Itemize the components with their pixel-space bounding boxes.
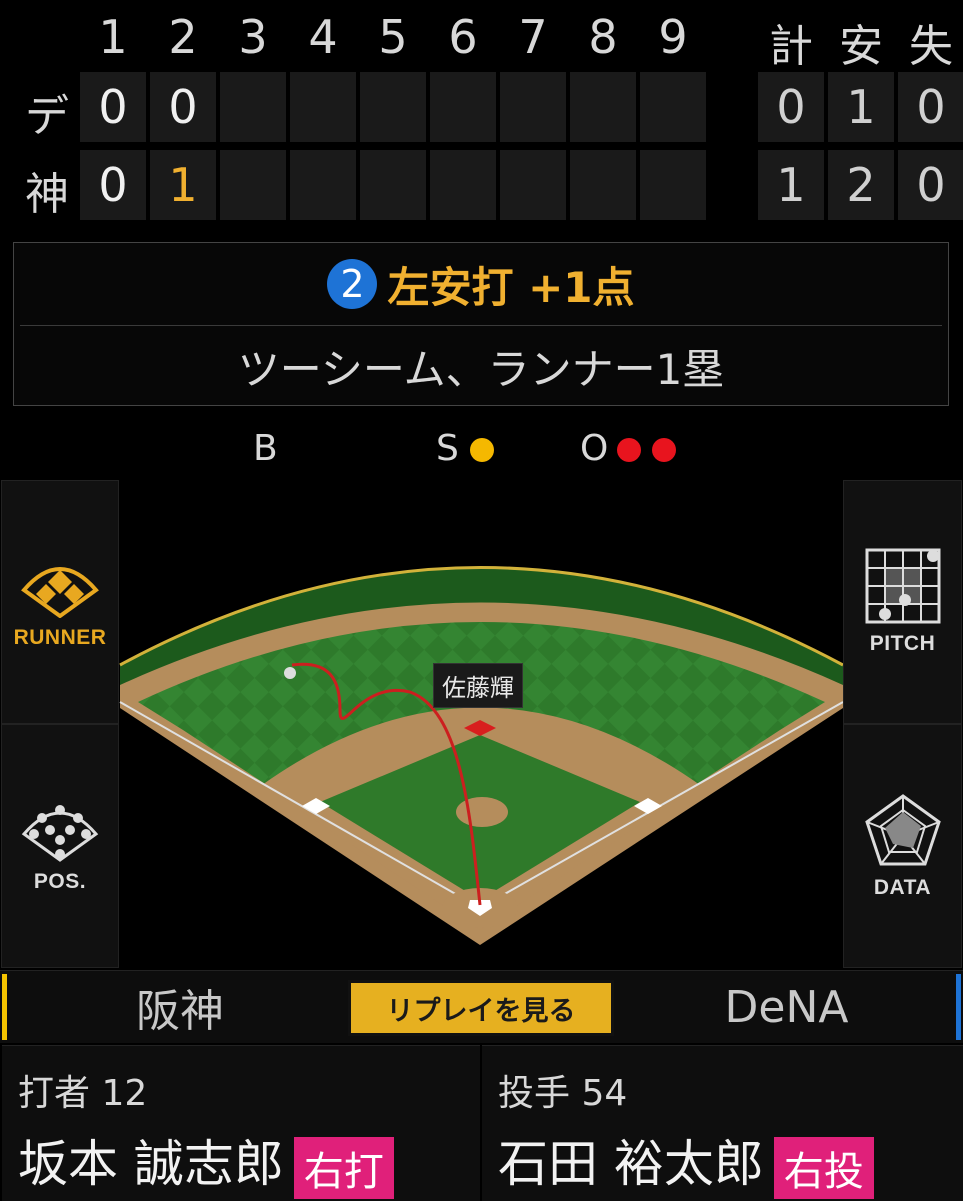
outs-label: O xyxy=(580,428,609,469)
pos-button[interactable]: POS. xyxy=(1,724,119,968)
away-total-runs: 0 xyxy=(758,72,824,142)
inning-header-1: 1 xyxy=(98,10,128,64)
pitcher-name-row: 石田 裕太郎 右投 xyxy=(498,1124,874,1199)
inning-header-5: 5 xyxy=(378,10,408,64)
play-headline: 2 左安打 +1点 xyxy=(14,243,948,325)
away-inning-1: 0 xyxy=(80,72,146,142)
pitch-label: PITCH xyxy=(869,632,936,655)
data-button[interactable]: DATA xyxy=(843,724,962,968)
total-hits-header: 安 xyxy=(839,21,883,72)
home-inning-2: 1 xyxy=(150,150,216,220)
out-dot xyxy=(617,438,641,462)
field-area: 佐藤輝 xyxy=(0,480,963,970)
home-team-tab[interactable]: 阪神 xyxy=(0,971,360,1043)
away-inning-3 xyxy=(220,72,286,142)
pitcher-panel[interactable]: 投手 54 石田 裕太郎 右投 xyxy=(482,1045,963,1201)
home-inning-3 xyxy=(220,150,286,220)
fielder-label: 佐藤輝 xyxy=(433,663,523,708)
away-inning-5 xyxy=(360,72,426,142)
runner-label: RUNNER xyxy=(13,626,107,649)
inning-header-7: 7 xyxy=(518,10,548,64)
total-runs-header: 計 xyxy=(769,21,813,72)
divider xyxy=(20,325,942,326)
total-errors-header: 失 xyxy=(909,21,953,72)
strike-dot xyxy=(470,438,494,462)
away-inning-8 xyxy=(570,72,636,142)
pitch-zone-icon xyxy=(865,548,940,624)
play-description: ツーシーム、ランナー1塁 xyxy=(237,344,725,394)
away-inning-6 xyxy=(430,72,496,142)
home-inning-9 xyxy=(640,150,706,220)
home-inning-8 xyxy=(570,150,636,220)
inning-header-3: 3 xyxy=(238,10,268,64)
ball-landing-point xyxy=(284,667,296,679)
away-total-hits: 1 xyxy=(828,72,894,142)
inning-header-8: 8 xyxy=(588,10,618,64)
replay-button[interactable]: リプレイを見る xyxy=(348,980,614,1036)
home-total-errors: 0 xyxy=(898,150,963,220)
inning-header-9: 9 xyxy=(658,10,688,64)
data-label: DATA xyxy=(873,876,932,899)
batter-order-badge: 2 xyxy=(327,259,378,309)
away-accent xyxy=(956,974,961,1040)
pitcher-name: 石田 裕太郎 xyxy=(498,1135,764,1193)
away-inning-4 xyxy=(290,72,356,142)
home-total-runs: 1 xyxy=(758,150,824,220)
away-total-errors: 0 xyxy=(898,72,963,142)
out-dot xyxy=(652,438,676,462)
home-total-hits: 2 xyxy=(828,150,894,220)
play-result: 左安打 +1点 xyxy=(387,262,635,312)
batter-panel[interactable]: 打者 12 坂本 誠志郎 右打 xyxy=(2,1045,480,1201)
balls-label: B xyxy=(253,428,278,469)
batter-role: 打者 12 xyxy=(18,1073,148,1114)
pitcher-role: 投手 54 xyxy=(498,1073,628,1114)
home-accent xyxy=(2,974,7,1040)
pitcher-hand-badge: 右投 xyxy=(773,1136,874,1199)
home-inning-5 xyxy=(360,150,426,220)
home-inning-6 xyxy=(430,150,496,220)
home-inning-7 xyxy=(500,150,566,220)
away-team-abbr: デ xyxy=(25,91,69,142)
inning-header-2: 2 xyxy=(168,10,198,64)
away-inning-2: 0 xyxy=(150,72,216,142)
baseball-field xyxy=(119,566,844,945)
positions-icon xyxy=(21,805,99,862)
away-inning-7 xyxy=(500,72,566,142)
away-inning-9 xyxy=(640,72,706,142)
home-inning-4 xyxy=(290,150,356,220)
pitch-button[interactable]: PITCH xyxy=(843,480,962,724)
batter-hand-badge: 右打 xyxy=(293,1136,394,1199)
runner-icon xyxy=(21,567,99,618)
inning-header-4: 4 xyxy=(308,10,338,64)
radar-chart-icon xyxy=(864,794,941,866)
home-inning-1: 0 xyxy=(80,150,146,220)
away-team-tab[interactable]: DeNA xyxy=(610,971,963,1043)
runner-button[interactable]: RUNNER xyxy=(1,480,119,724)
play-summary: 2 左安打 +1点 ツーシーム、ランナー1塁 xyxy=(13,242,949,406)
batter-name-row: 坂本 誠志郎 右打 xyxy=(18,1124,394,1199)
inning-header-6: 6 xyxy=(448,10,478,64)
strikes-label: S xyxy=(436,428,459,469)
pos-label: POS. xyxy=(33,870,87,893)
batter-name: 坂本 誠志郎 xyxy=(18,1135,284,1193)
home-team-abbr: 神 xyxy=(25,169,69,220)
